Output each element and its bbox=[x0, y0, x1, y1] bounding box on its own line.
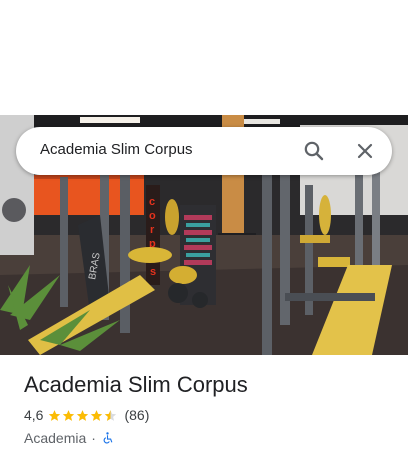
sign-letter: c bbox=[149, 196, 155, 208]
close-icon[interactable] bbox=[353, 139, 377, 163]
rating-stars bbox=[48, 409, 118, 422]
rating-value: 4,6 bbox=[24, 407, 44, 423]
star-icon bbox=[49, 409, 61, 421]
sign-letter: s bbox=[150, 266, 156, 278]
sign-letter: o bbox=[149, 210, 156, 222]
star-half-icon bbox=[105, 409, 117, 421]
star-icon bbox=[63, 409, 75, 421]
star-icon bbox=[91, 409, 103, 421]
separator: · bbox=[91, 430, 96, 446]
search-icon[interactable] bbox=[302, 139, 326, 163]
sign-letter: r bbox=[150, 224, 155, 236]
category-label: Academia bbox=[24, 430, 87, 446]
review-count[interactable]: (86) bbox=[124, 407, 149, 423]
search-input[interactable]: Academia Slim Corpus bbox=[40, 141, 193, 158]
place-title: Academia Slim Corpus bbox=[24, 372, 248, 397]
rating-row[interactable]: 4,6 (86) bbox=[24, 406, 149, 424]
search-bar[interactable]: Academia Slim Corpus bbox=[16, 127, 392, 175]
meta-row: Academia · bbox=[24, 429, 114, 447]
star-icon bbox=[77, 409, 89, 421]
wheelchair-icon bbox=[103, 432, 113, 444]
